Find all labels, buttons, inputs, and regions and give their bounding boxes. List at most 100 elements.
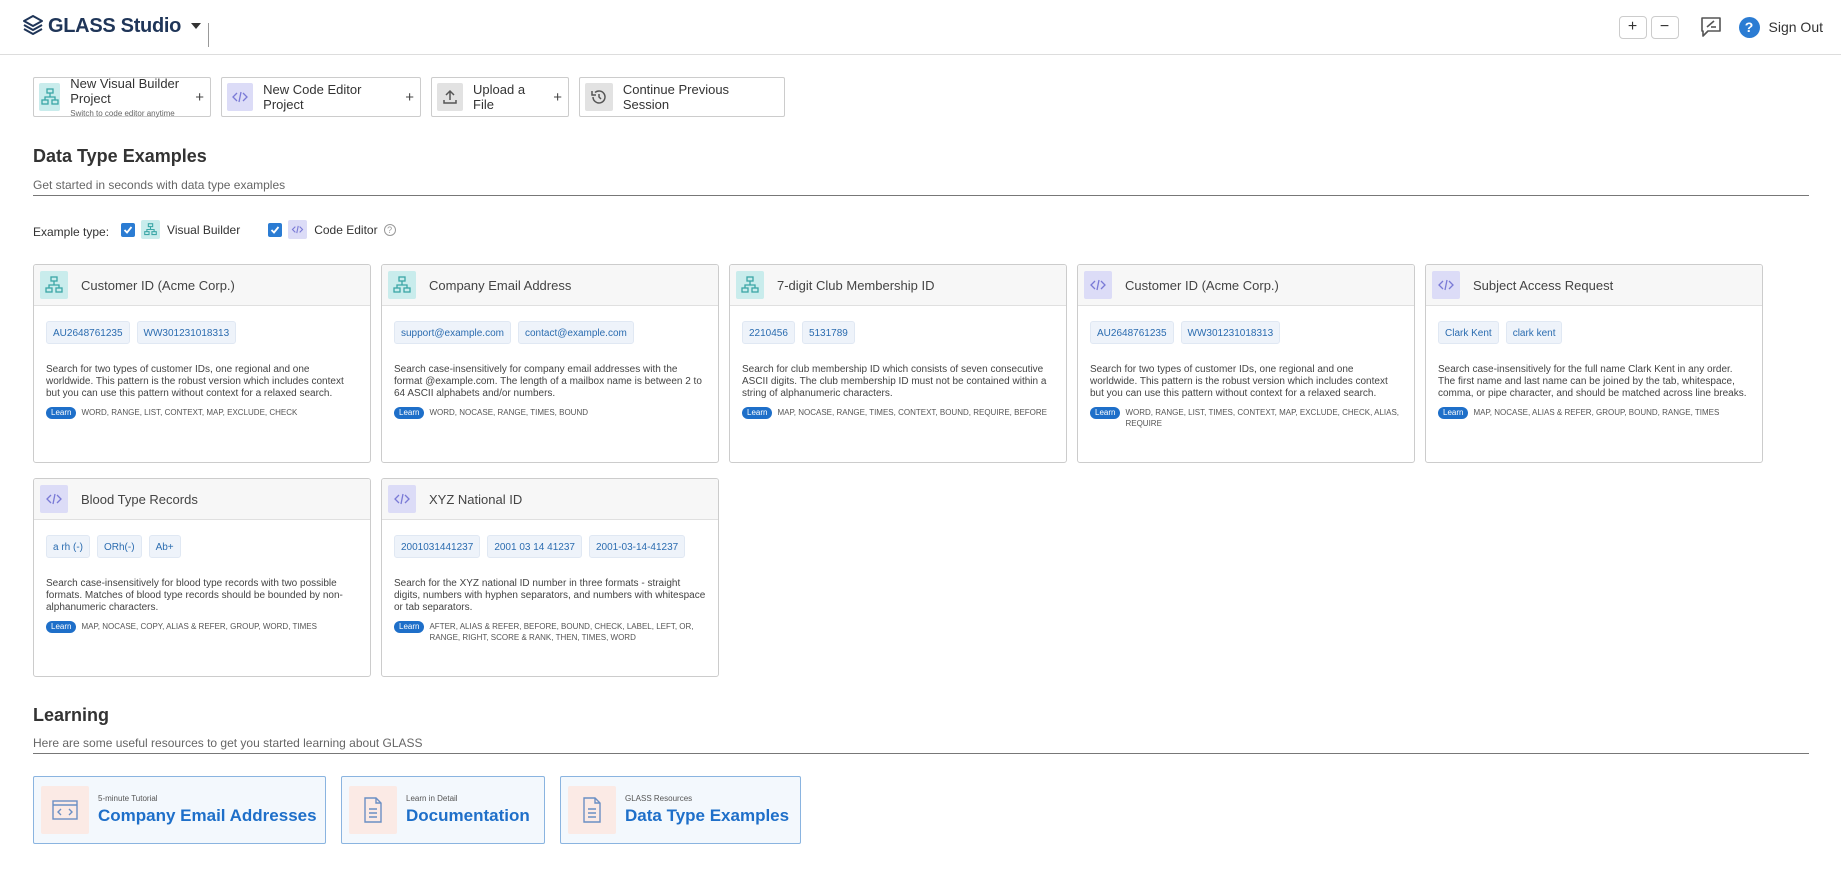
example-chip[interactable]: AU2648761235 [46,321,130,344]
example-card[interactable]: Customer ID (Acme Corp.) AU2648761235 WW30… [33,264,371,463]
top-bar: GLASS Studio + − ? Sign Out [0,0,1841,55]
resources-card[interactable]: GLASS Resources Data Type Examples [560,776,801,844]
filter-label: Example type: [33,225,110,239]
example-chip[interactable]: ORh(-) [97,535,142,558]
example-description: Search for the XYZ national ID number in… [394,578,706,613]
example-chip[interactable]: a rh (-) [46,535,90,558]
learn-badge[interactable]: Learn [394,621,425,633]
example-keywords: WORD, RANGE, LIST, CONTEXT, MAP, EXCLUDE… [81,408,298,417]
documentation-card[interactable]: Learn in Detail Documentation [341,776,545,844]
code-editor-icon [288,220,308,239]
tutorial-card[interactable]: 5-minute Tutorial Company Email Addresse… [33,776,326,844]
example-chip[interactable]: 2210456 [742,321,795,344]
chevron-down-icon[interactable] [191,23,202,29]
code-editor-icon [227,83,254,111]
app-logo[interactable]: GLASS Studio [22,14,202,38]
example-card-title: XYZ National ID [429,491,523,507]
project-actions: New Visual Builder Project Switch to cod… [33,76,795,118]
example-chip[interactable]: WW301231018313 [1180,321,1281,344]
example-description: Search for club membership ID which cons… [742,364,1047,399]
example-chip[interactable]: 2001-03-14-41237 [588,535,686,558]
learn-badge[interactable]: Learn [1438,407,1469,419]
example-keywords: AFTER, ALIAS & REFER, BEFORE, BOUND, CHE… [429,622,694,642]
example-chip[interactable]: WW301231018313 [136,321,237,344]
action-label: Continue Previous Session [622,82,730,112]
glass-logo-icon [23,15,43,35]
example-chip[interactable]: 2001 03 14 41237 [487,535,582,558]
example-card[interactable]: 7-digit Club Membership ID 2210456 5131789… [729,264,1067,463]
code-editor-icon [1084,271,1112,299]
upload-icon [437,83,464,111]
example-card[interactable]: Blood Type Records a rh (-) ORh(-) Ab+ Searc… [33,478,371,677]
example-keywords: MAP, NOCASE, ALIAS & REFER, GROUP, BOUND… [1473,408,1720,417]
example-card-header: Subject Access Request [1426,265,1762,306]
example-card[interactable]: Subject Access Request Clark Kent clark ke… [1425,264,1763,463]
learn-badge[interactable]: Learn [394,407,425,419]
learning-card-kicker: GLASS Resources [625,794,693,803]
example-chip[interactable]: 2001031441237 [394,535,481,558]
upload-file-button[interactable]: Upload a File + [431,77,569,117]
new-visual-builder-project-button[interactable]: New Visual Builder Project Switch to cod… [33,76,211,118]
section-subtitle: Get started in seconds with data type ex… [33,178,286,192]
example-card-title: Blood Type Records [81,491,198,507]
help-circle-icon[interactable]: ? [383,223,396,236]
example-description: Search case-insensitively for blood type… [46,578,343,613]
app-title: GLASS Studio [48,14,182,37]
zoom-in-button[interactable]: + [1618,15,1647,39]
example-card[interactable]: XYZ National ID 2001031441237 2001 03 14 4… [381,478,719,677]
example-chip[interactable]: Clark Kent [1438,321,1499,344]
example-keywords: MAP, NOCASE, COPY, ALIAS & REFER, GROUP,… [81,622,317,631]
learning-subtitle: Here are some useful resources to get yo… [33,736,423,750]
visual-builder-checkbox[interactable] [121,222,136,237]
header-divider [208,23,209,47]
example-card-header: Customer ID (Acme Corp.) [34,265,370,306]
continue-previous-session-button[interactable]: Continue Previous Session [579,77,785,117]
example-chip[interactable]: support@example.com [394,321,511,344]
learn-badge[interactable]: Learn [46,621,77,633]
feedback-icon[interactable] [1699,15,1723,39]
section-title: Data Type Examples [33,146,207,166]
zoom-out-button[interactable]: − [1650,15,1679,39]
visual-builder-filter-label: Visual Builder [167,222,241,237]
code-editor-checkbox[interactable] [268,222,283,237]
document-icon [568,786,616,834]
browser-code-icon [41,786,89,834]
example-card-header: Company Email Address [382,265,718,306]
example-card[interactable]: Customer ID (Acme Corp.) AU2648761235 WW30… [1077,264,1415,463]
visual-builder-icon [39,83,61,111]
example-card-header: XYZ National ID [382,479,718,520]
example-card-header: Blood Type Records [34,479,370,520]
sign-out-link[interactable]: Sign Out [1769,19,1823,35]
code-editor-icon [388,485,416,513]
example-chips: support@example.com contact@example.com [394,321,706,344]
visual-builder-icon [736,271,764,299]
example-keywords: MAP, NOCASE, RANGE, TIMES, CONTEXT, BOUN… [777,408,1047,417]
example-chips: 2001031441237 2001 03 14 41237 2001-03-14-… [394,535,706,558]
learning-card-title: Documentation [406,806,530,825]
learn-badge[interactable]: Learn [1090,407,1121,419]
example-chip[interactable]: 5131789 [801,321,855,344]
example-chip[interactable]: AU2648761235 [1090,321,1174,344]
learning-card-kicker: 5-minute Tutorial [98,794,158,803]
action-label: New Visual Builder Project [70,76,180,106]
action-sublabel: Switch to code editor anytime [70,109,175,118]
example-card[interactable]: Company Email Address support@example.com… [381,264,719,463]
example-chip[interactable]: Ab+ [148,535,181,558]
example-chip[interactable]: clark kent [1505,321,1563,344]
example-card-title: Customer ID (Acme Corp.) [81,277,235,293]
learn-badge[interactable]: Learn [742,407,773,419]
document-icon [349,786,397,834]
example-keywords: WORD, NOCASE, RANGE, TIMES, BOUND [429,408,589,417]
code-editor-icon [1432,271,1460,299]
help-icon[interactable]: ? [1738,16,1760,38]
example-chips: a rh (-) ORh(-) Ab+ [46,535,358,558]
example-card-title: Subject Access Request [1473,277,1614,293]
example-chips: AU2648761235 WW301231018313 [46,321,358,344]
example-description: Search for two types of customer IDs, on… [1090,364,1388,399]
example-chip[interactable]: contact@example.com [517,321,634,344]
learning-card-title: Company Email Addresses [98,806,317,825]
example-card-title: 7-digit Club Membership ID [777,277,935,293]
new-code-editor-project-button[interactable]: New Code Editor Project + [221,77,421,117]
action-label: New Code Editor Project [263,82,362,112]
learn-badge[interactable]: Learn [46,407,77,419]
